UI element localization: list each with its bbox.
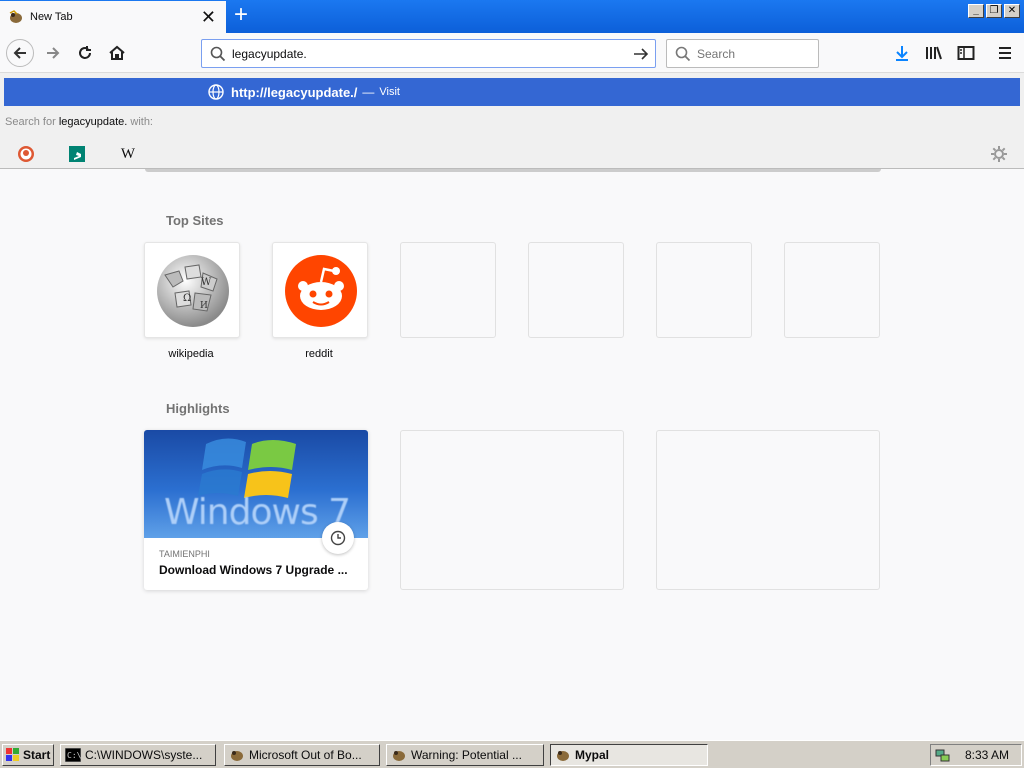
windows-logo-icon	[6, 748, 19, 761]
bing-icon	[69, 146, 85, 162]
taskbar-item-cmd[interactable]: C:\ C:\WINDOWS\syste...	[60, 744, 216, 766]
search-for-prefix: Search for	[5, 116, 56, 128]
taskbar-item-label: Microsoft Out of Bo...	[249, 748, 362, 762]
go-arrow-icon[interactable]	[633, 46, 649, 62]
new-tab-page: Top Sites Ω W И wikipedia reddit Highlig…	[0, 169, 1024, 740]
top-site-wikipedia[interactable]: Ω W И	[144, 242, 240, 338]
forward-arrow-icon	[47, 47, 60, 59]
downloads-button[interactable]	[889, 41, 915, 65]
sidebar-button[interactable]	[953, 41, 979, 65]
new-tab-button[interactable]: +	[229, 3, 253, 28]
clock-icon	[330, 530, 346, 546]
svg-text:C:\: C:\	[67, 751, 81, 760]
duckduckgo-icon	[18, 146, 34, 162]
search-bar[interactable]	[666, 39, 819, 68]
close-tab-icon[interactable]: ✕	[201, 8, 216, 26]
library-icon	[926, 46, 942, 60]
download-icon	[896, 46, 908, 61]
top-site-empty-slot	[528, 242, 624, 338]
close-window-button[interactable]: ✕	[1004, 4, 1020, 18]
sidebar-icon	[957, 46, 975, 60]
console-icon: C:\	[65, 748, 81, 762]
taskbar-item-warning[interactable]: Warning: Potential ...	[386, 744, 544, 766]
highlights-heading: Highlights	[166, 401, 230, 416]
taskbar-item-oobe[interactable]: Microsoft Out of Bo...	[224, 744, 380, 766]
window-controls: _ ❐ ✕	[968, 4, 1020, 18]
taskbar-item-label: C:\WINDOWS\syste...	[85, 748, 203, 762]
search-engines-row: W	[0, 140, 1024, 168]
tab-new-tab[interactable]: New Tab ✕	[0, 1, 226, 33]
url-autocomplete-popup: http://legacyupdate./ — Visit Search for…	[0, 73, 1024, 169]
search-for-query: legacyupdate.	[58, 116, 128, 128]
windows-taskbar: Start C:\ C:\WINDOWS\syste... Microsoft …	[0, 740, 1024, 768]
svg-text:W: W	[201, 277, 212, 288]
menu-button[interactable]	[992, 41, 1018, 65]
visit-url-suggestion[interactable]: http://legacyupdate./ — Visit	[4, 78, 1020, 106]
taskbar-item-mypal[interactable]: Mypal	[550, 744, 708, 766]
search-icon	[210, 46, 226, 61]
svg-text:И: И	[200, 301, 208, 311]
back-arrow-icon	[13, 47, 26, 59]
page-search-box-edge	[145, 169, 881, 172]
top-site-empty-slot	[656, 242, 752, 338]
clock[interactable]: 8:33 AM	[965, 748, 1009, 762]
search-settings-button[interactable]	[987, 142, 1011, 166]
system-tray: 8:33 AM	[930, 744, 1022, 766]
highlight-title: Download Windows 7 Upgrade ...	[159, 563, 348, 577]
restore-button[interactable]: ❐	[986, 4, 1002, 18]
top-site-empty-slot	[400, 242, 496, 338]
start-button[interactable]: Start	[2, 744, 54, 766]
url-input[interactable]	[232, 46, 612, 61]
top-site-empty-slot	[784, 242, 880, 338]
back-button[interactable]	[6, 39, 34, 67]
url-bar[interactable]	[201, 39, 656, 68]
navigation-toolbar	[0, 33, 1024, 73]
mypal-favicon-icon	[9, 10, 22, 23]
highlight-thumb-text: Windows 7	[164, 492, 351, 533]
minimize-button[interactable]: _	[968, 4, 984, 18]
taskbar-item-label: Warning: Potential ...	[411, 748, 522, 762]
search-input[interactable]	[697, 46, 807, 61]
network-icon[interactable]	[935, 747, 951, 763]
mypal-icon	[557, 751, 569, 761]
top-site-label: wikipedia	[168, 348, 214, 360]
gear-icon	[991, 146, 1007, 162]
tab-title: New Tab	[30, 11, 73, 23]
search-for-suffix: with:	[130, 116, 153, 128]
top-site-reddit[interactable]	[272, 242, 368, 338]
top-sites-heading: Top Sites	[166, 213, 224, 228]
suggestion-url: http://legacyupdate./	[231, 84, 358, 100]
start-label: Start	[23, 748, 51, 762]
highlight-card[interactable]: Windows 7 TAIMIENPHI Download Windows 7 …	[144, 430, 368, 590]
top-site-label: reddit	[305, 348, 333, 360]
search-for-label: Search for legacyupdate. with:	[5, 116, 153, 128]
highlight-source: TAIMIENPHI	[159, 549, 210, 559]
suggestion-separator: —	[362, 85, 375, 99]
taskbar-item-label: Mypal	[575, 748, 610, 762]
clock-badge	[322, 522, 354, 554]
reload-button[interactable]	[72, 41, 98, 65]
windows-flag-icon	[198, 438, 296, 498]
bing-engine-button[interactable]	[65, 142, 89, 166]
highlight-empty-slot	[656, 430, 880, 590]
wikipedia-engine-button[interactable]: W	[116, 142, 140, 166]
home-icon	[109, 45, 125, 60]
hamburger-menu-icon	[999, 47, 1011, 59]
highlight-empty-slot	[400, 430, 624, 590]
duckduckgo-engine-button[interactable]	[14, 142, 38, 166]
search-icon	[675, 46, 691, 61]
suggestion-action: Visit	[379, 86, 400, 98]
mypal-icon	[393, 751, 405, 761]
wikipedia-icon: W	[120, 145, 136, 162]
reload-icon	[79, 46, 91, 59]
reddit-icon	[285, 255, 357, 327]
forward-button[interactable]	[40, 41, 66, 65]
browser-titlebar: New Tab ✕ + _ ❐ ✕	[0, 0, 1024, 33]
library-button[interactable]	[921, 41, 947, 65]
wikipedia-globe-icon: Ω W И	[157, 255, 229, 327]
home-button[interactable]	[104, 41, 130, 65]
app-icon	[231, 751, 243, 761]
svg-text:Ω: Ω	[183, 293, 191, 304]
globe-icon	[208, 84, 224, 100]
